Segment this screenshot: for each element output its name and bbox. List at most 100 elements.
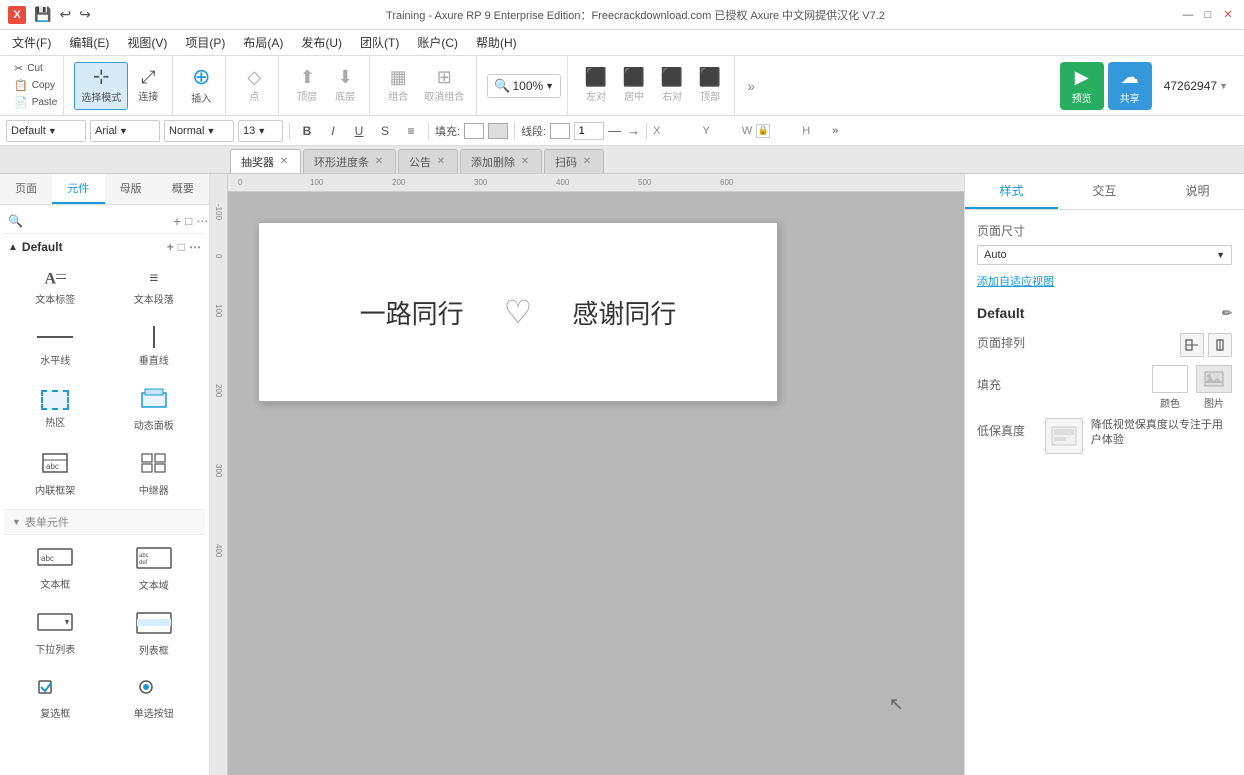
maximize-button[interactable]: □ — [1200, 7, 1216, 23]
fill-color-box2[interactable] — [488, 123, 508, 139]
widget-search-input[interactable] — [27, 215, 169, 227]
point-button[interactable]: ◇ 点 — [236, 62, 272, 110]
style-select[interactable]: Normal ▼ — [164, 120, 234, 142]
menu-help[interactable]: 帮助(H) — [468, 31, 525, 54]
group-add-button[interactable]: + — [167, 240, 174, 254]
tab-scan-close[interactable]: ✕ — [581, 156, 593, 168]
nav-tab-outline[interactable]: 概要 — [157, 174, 209, 204]
select-mode-button[interactable]: ⊹ 选择模式 — [74, 62, 128, 110]
insert-button[interactable]: ⊕ 插入 — [183, 62, 219, 110]
stroke-end-button[interactable]: → — [627, 123, 640, 138]
widget-textbox[interactable]: abc 文本框 — [8, 539, 103, 600]
zoom-control[interactable]: 🔍 100% ▼ — [487, 74, 561, 98]
group-expand-icon[interactable]: ▲ — [8, 242, 18, 253]
menu-layout[interactable]: 布局(A) — [235, 31, 291, 54]
save-icon[interactable]: 💾 — [34, 6, 51, 23]
nav-tab-pages[interactable]: 页面 — [0, 174, 52, 204]
tab-lottory[interactable]: 抽奖器 ✕ — [230, 149, 301, 173]
align-center-button[interactable]: ⬛ 居中 — [616, 62, 652, 110]
widget-textarea[interactable]: abc def 文本域 — [107, 539, 202, 600]
size-select[interactable]: 13 ▼ — [238, 120, 283, 142]
widget-text-label[interactable]: A— 文本标签 — [8, 262, 103, 314]
menu-account[interactable]: 账户(C) — [409, 31, 466, 54]
widget-dropdown[interactable]: 下拉列表 — [8, 604, 103, 665]
library-menu-button[interactable]: ⋯ — [196, 214, 208, 228]
menu-project[interactable]: 项目(P) — [177, 31, 233, 54]
redo-icon[interactable]: ↪ — [79, 6, 91, 23]
cut-button[interactable]: ✂ Cut — [12, 61, 59, 76]
tab-addremove-close[interactable]: ✕ — [519, 156, 531, 168]
italic-button[interactable]: I — [322, 120, 344, 142]
lock-aspect-button[interactable]: 🔒 — [756, 124, 770, 138]
group-menu-button[interactable]: ⋯ — [189, 240, 201, 254]
project-id[interactable]: 47262947 ▼ — [1156, 75, 1236, 97]
widget-text-paragraph[interactable]: ≡ 文本段落 — [107, 262, 202, 314]
bottom-layer-button[interactable]: ⬇ 底层 — [327, 62, 363, 110]
ungroup-button[interactable]: ⊞ 取消组合 — [418, 62, 470, 110]
fill-image-button[interactable]: 图片 — [1196, 365, 1232, 410]
bold-button[interactable]: B — [296, 120, 318, 142]
tab-notice[interactable]: 公告 ✕ — [398, 149, 458, 173]
fmt-more-button[interactable]: » — [832, 125, 838, 137]
nav-tab-widgets[interactable]: 元件 — [52, 174, 104, 204]
close-button[interactable]: ✕ — [1220, 7, 1236, 23]
layout-left-button[interactable] — [1180, 333, 1204, 357]
paste-button[interactable]: 📄 Paste — [12, 95, 59, 110]
widget-checkbox[interactable]: 复选框 — [8, 669, 103, 728]
menu-edit[interactable]: 编辑(E) — [61, 31, 117, 54]
strikethrough-button[interactable]: S — [374, 120, 396, 142]
connect-button[interactable]: ⤢ 连接 — [130, 62, 166, 110]
widget-repeater[interactable]: 中继器 — [107, 444, 202, 505]
tab-notice-close[interactable]: ✕ — [435, 156, 447, 168]
nav-tab-masters[interactable]: 母版 — [105, 174, 157, 204]
layout-center-button[interactable] — [1208, 333, 1232, 357]
align-left-button[interactable]: ⬛ 左对 — [578, 62, 614, 110]
right-tab-interact[interactable]: 交互 — [1058, 174, 1151, 209]
clone-library-button[interactable]: □ — [185, 214, 192, 228]
group-copy-button[interactable]: □ — [178, 240, 185, 254]
add-library-button[interactable]: + — [173, 213, 181, 229]
align-top-button[interactable]: ⬛ 顶部 — [692, 62, 728, 110]
fill-color-box[interactable] — [464, 123, 484, 139]
menu-publish[interactable]: 发布(U) — [293, 31, 350, 54]
menu-team[interactable]: 团队(T) — [352, 31, 407, 54]
widget-hline[interactable]: 水平线 — [8, 318, 103, 375]
section-edit-icon[interactable]: ✏ — [1222, 306, 1232, 320]
canvas-area[interactable]: 0 100 200 300 400 500 600 -100 0 100 200… — [210, 174, 964, 775]
tab-lottory-close[interactable]: ✕ — [278, 156, 290, 168]
font-select[interactable]: Arial ▼ — [90, 120, 160, 142]
minimize-button[interactable]: — — [1180, 7, 1196, 23]
page-size-control[interactable]: Auto ▼ — [977, 245, 1232, 265]
widget-inline-frame[interactable]: abc 内联框架 — [8, 444, 103, 505]
align-text-button[interactable]: ≡ — [400, 120, 422, 142]
adaptive-view-link[interactable]: 添加自适应视图 — [977, 273, 1232, 289]
top-layer-button[interactable]: ⬆ 顶层 — [289, 62, 325, 110]
toolbar-more-button[interactable]: » — [739, 62, 763, 110]
window-controls[interactable]: — □ ✕ — [1180, 7, 1236, 23]
tab-progress-close[interactable]: ✕ — [373, 156, 385, 168]
fill-color-button[interactable]: 颜色 — [1152, 365, 1188, 410]
right-tab-style[interactable]: 样式 — [965, 174, 1058, 209]
right-tab-notes[interactable]: 说明 — [1151, 174, 1244, 209]
share-button[interactable]: ☁ 共享 — [1108, 62, 1152, 110]
widget-radio[interactable]: 单选按钮 — [107, 669, 202, 728]
group-button[interactable]: ▦ 组合 — [380, 62, 416, 110]
undo-icon[interactable]: ↩ — [59, 6, 71, 23]
copy-button[interactable]: 📋 Copy — [12, 78, 59, 93]
fidelity-toggle[interactable] — [1045, 418, 1083, 454]
preview-button[interactable]: ▶ 预览 — [1060, 62, 1104, 110]
tab-addremove[interactable]: 添加删除 ✕ — [460, 149, 542, 173]
widget-hotspot[interactable]: 热区 — [8, 379, 103, 440]
menu-view[interactable]: 视图(V) — [119, 31, 175, 54]
tab-progress[interactable]: 环形进度条 ✕ — [303, 149, 396, 173]
stroke-width-input[interactable] — [574, 122, 604, 140]
tab-scan[interactable]: 扫码 ✕ — [544, 149, 604, 173]
form-section-header[interactable]: ▼ 表单元件 — [4, 509, 205, 535]
underline-button[interactable]: U — [348, 120, 370, 142]
stroke-color-box[interactable] — [550, 123, 570, 139]
stroke-style-button[interactable]: — — [608, 123, 621, 138]
align-right-button[interactable]: ⬛ 右对 — [654, 62, 690, 110]
widget-listbox[interactable]: 列表框 — [107, 604, 202, 665]
widget-dynamic-panel[interactable]: 动态面板 — [107, 379, 202, 440]
layer-select[interactable]: Default ▼ — [6, 120, 86, 142]
